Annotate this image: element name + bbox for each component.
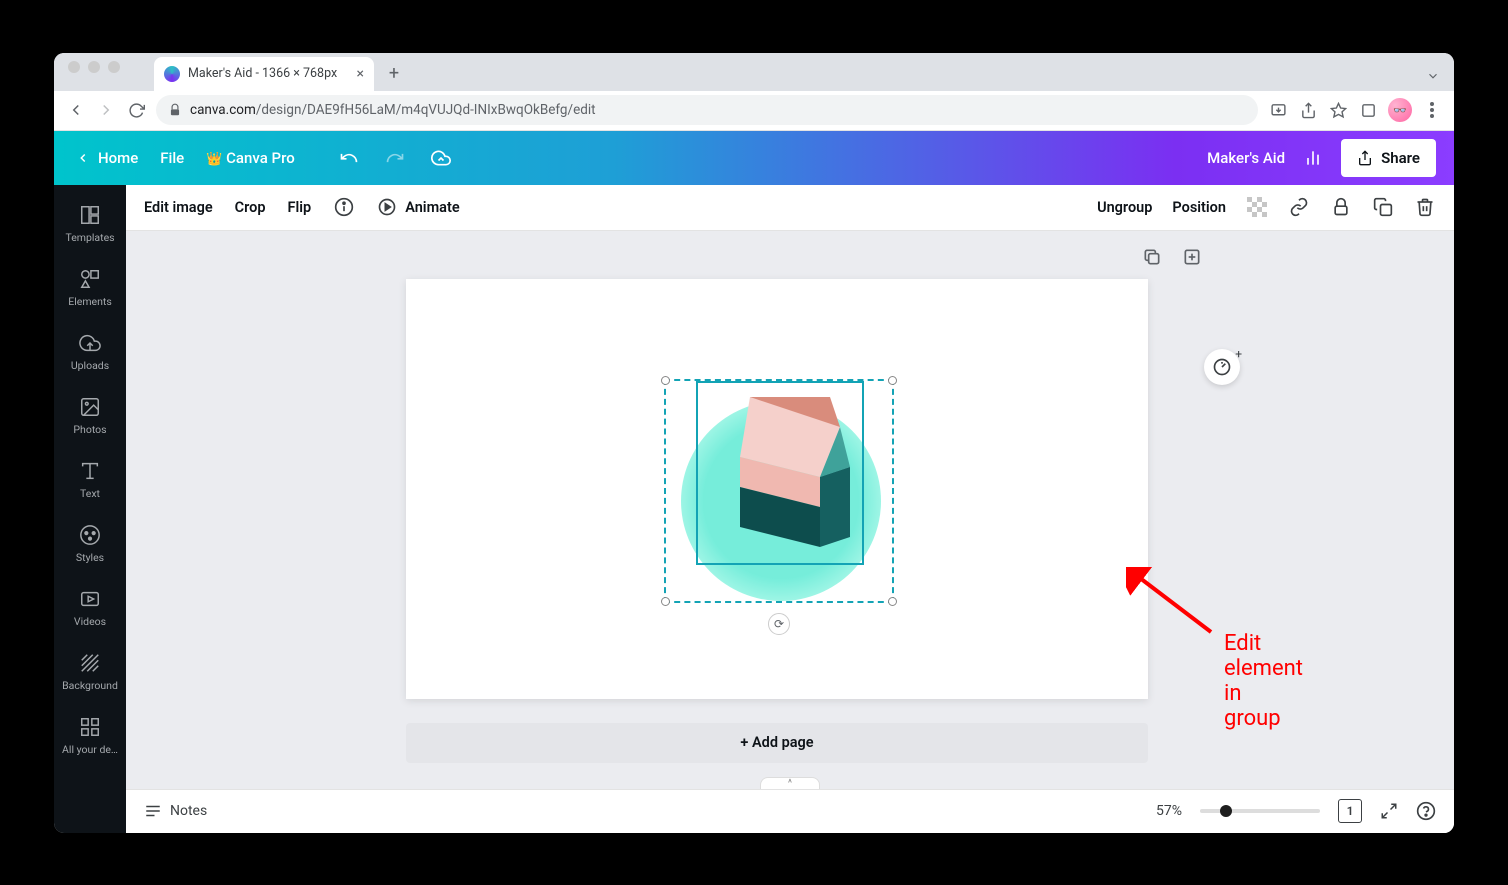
uploads-icon <box>79 332 101 354</box>
sidebar-item-templates[interactable]: Templates <box>54 193 126 255</box>
new-tab-button[interactable]: + <box>380 60 408 88</box>
lock-icon <box>168 103 182 117</box>
sidebar-item-styles[interactable]: Styles <box>54 513 126 575</box>
redo-icon[interactable] <box>385 148 405 168</box>
canva-pro-button[interactable]: 👑 Canva Pro <box>206 149 295 167</box>
sidebar-item-text[interactable]: Text <box>54 449 126 511</box>
sidebar-item-elements[interactable]: Elements <box>54 257 126 319</box>
insights-icon[interactable] <box>1303 148 1323 168</box>
sidebar-item-background[interactable]: Background <box>54 641 126 703</box>
app-body: Templates Elements Uploads Photos Text S… <box>54 185 1454 833</box>
project-name[interactable]: Maker's Aid <box>1207 149 1285 167</box>
reload-icon[interactable] <box>126 100 146 120</box>
browser-toolbar: canva.com/design/DAE9fH56LaM/m4qVUJQd-IN… <box>54 91 1454 131</box>
photos-icon <box>79 396 101 418</box>
elements-icon <box>79 268 101 290</box>
flip-button[interactable]: Flip <box>288 199 312 216</box>
page-indicator[interactable]: 1 <box>1338 799 1362 823</box>
browser-actions: 👓 <box>1268 98 1442 122</box>
annotation-text: Edit element in group <box>1224 631 1303 731</box>
element-options-bar: Edit image Crop Flip Animate Ungroup Pos… <box>126 185 1454 231</box>
back-icon[interactable] <box>66 100 86 120</box>
add-page-icon[interactable] <box>1182 247 1202 267</box>
extensions-icon[interactable] <box>1358 100 1378 120</box>
traffic-light-close[interactable] <box>68 61 80 73</box>
text-icon <box>79 460 101 482</box>
sidebar-item-uploads[interactable]: Uploads <box>54 321 126 383</box>
sidebar: Templates Elements Uploads Photos Text S… <box>54 185 126 833</box>
info-icon[interactable] <box>333 196 355 218</box>
pages-panel-toggle[interactable]: ^ <box>760 777 820 789</box>
canva-favicon-icon <box>164 66 180 82</box>
notes-icon <box>144 802 162 820</box>
bookmark-icon[interactable] <box>1328 100 1348 120</box>
share-url-icon[interactable] <box>1298 100 1318 120</box>
design-page[interactable]: ⟳ Edit element in group <box>406 279 1148 699</box>
edit-image-button[interactable]: Edit image <box>144 199 213 216</box>
notes-button[interactable]: Notes <box>144 802 207 820</box>
delete-icon[interactable] <box>1414 196 1436 218</box>
position-button[interactable]: Position <box>1172 199 1226 216</box>
install-app-icon[interactable] <box>1268 100 1288 120</box>
canvas-viewport[interactable]: ⟳ Edit element in group + + Add page ^ <box>126 231 1454 789</box>
browser-tabstrip: Maker's Aid - 1366 × 768px × + <box>54 53 1454 91</box>
all-designs-icon <box>79 716 101 738</box>
tabstrip-menu-icon[interactable] <box>1426 69 1440 83</box>
show-rulers-button[interactable]: + <box>1204 349 1240 385</box>
group-selection-box[interactable]: ⟳ <box>664 379 894 603</box>
ungroup-button[interactable]: Ungroup <box>1097 199 1152 216</box>
fullscreen-icon[interactable] <box>1380 802 1398 820</box>
zoom-level[interactable]: 57% <box>1156 803 1182 819</box>
sidebar-item-all-designs[interactable]: All your de… <box>54 705 126 767</box>
lock-icon[interactable] <box>1330 196 1352 218</box>
address-bar[interactable]: canva.com/design/DAE9fH56LaM/m4qVUJQd-IN… <box>156 95 1258 125</box>
box-image-element[interactable] <box>710 387 858 557</box>
duplicate-icon[interactable] <box>1372 196 1394 218</box>
profile-avatar[interactable]: 👓 <box>1388 98 1412 122</box>
main-area: Edit image Crop Flip Animate Ungroup Pos… <box>126 185 1454 833</box>
file-menu[interactable]: File <box>160 149 184 167</box>
rotate-handle[interactable]: ⟳ <box>768 613 790 635</box>
footer-bar: Notes 57% 1 <box>126 789 1454 833</box>
styles-icon <box>79 524 101 546</box>
resize-handle-tl[interactable] <box>661 376 670 385</box>
annotation-arrow <box>1126 567 1216 637</box>
add-page-button[interactable]: + Add page <box>406 723 1148 763</box>
page-tools <box>1142 247 1202 267</box>
url-text: canva.com/design/DAE9fH56LaM/m4qVUJQd-IN… <box>190 102 596 118</box>
resize-handle-bl[interactable] <box>661 597 670 606</box>
share-button[interactable]: Share <box>1341 139 1436 177</box>
templates-icon <box>79 204 101 226</box>
browser-kebab-icon[interactable] <box>1422 100 1442 120</box>
home-button[interactable]: Home <box>76 149 138 167</box>
sidebar-item-photos[interactable]: Photos <box>54 385 126 447</box>
link-icon[interactable] <box>1288 196 1310 218</box>
browser-tab[interactable]: Maker's Aid - 1366 × 768px × <box>154 57 374 91</box>
duplicate-page-icon[interactable] <box>1142 247 1162 267</box>
help-icon[interactable] <box>1416 801 1436 821</box>
resize-handle-tr[interactable] <box>888 376 897 385</box>
animate-icon <box>377 197 397 217</box>
background-icon <box>79 652 101 674</box>
resize-handle-br[interactable] <box>888 597 897 606</box>
sidebar-item-videos[interactable]: Videos <box>54 577 126 639</box>
tab-title: Maker's Aid - 1366 × 768px <box>188 66 337 81</box>
videos-icon <box>79 588 101 610</box>
zoom-slider[interactable] <box>1200 809 1320 813</box>
canva-topbar: Home File 👑 Canva Pro Maker's Aid Share <box>54 131 1454 185</box>
transparency-icon[interactable] <box>1246 196 1268 218</box>
app-window: Maker's Aid - 1366 × 768px × + canva.com… <box>54 53 1454 833</box>
crop-button[interactable]: Crop <box>235 199 266 216</box>
cloud-sync-icon[interactable] <box>431 148 451 168</box>
animate-button[interactable]: Animate <box>377 197 459 217</box>
traffic-light-minimize[interactable] <box>88 61 100 73</box>
forward-icon[interactable] <box>96 100 116 120</box>
close-tab-icon[interactable]: × <box>357 66 364 82</box>
traffic-light-zoom[interactable] <box>108 61 120 73</box>
undo-icon[interactable] <box>339 148 359 168</box>
